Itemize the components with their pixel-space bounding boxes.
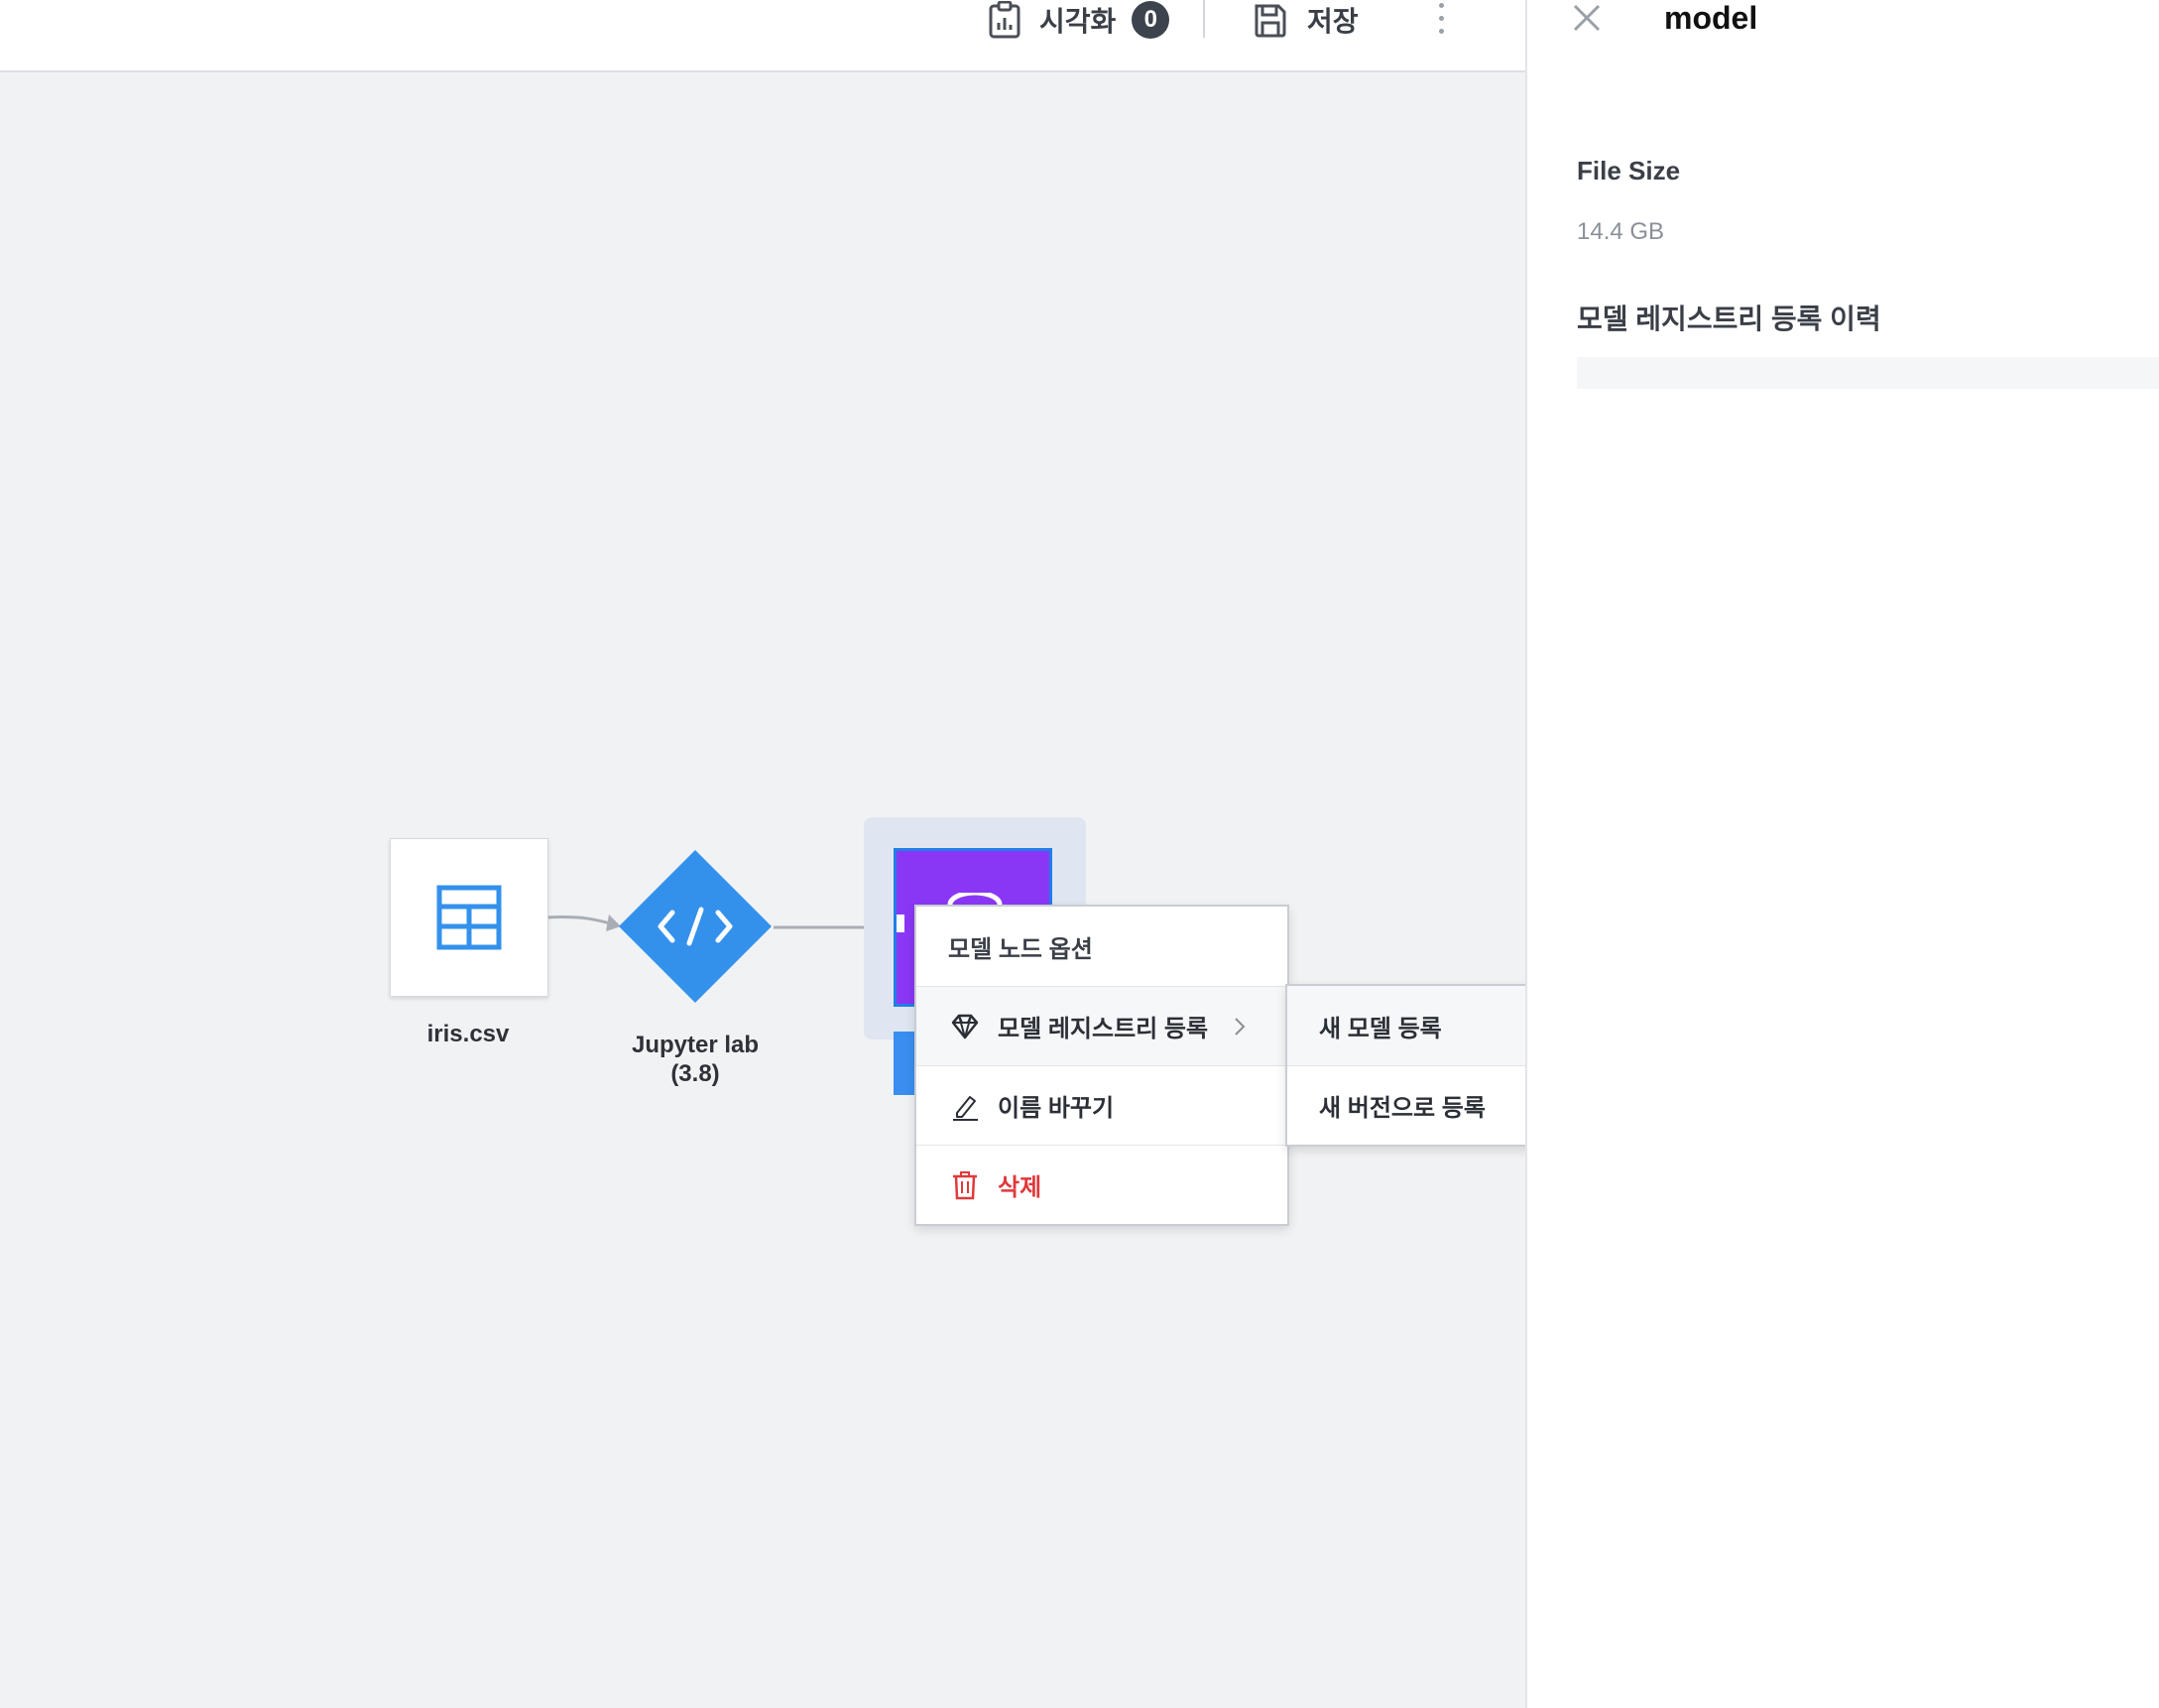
visualize-button[interactable]: 시각화 0 — [988, 0, 1170, 40]
model-node-context-menu: 모델 노드 옵션 모델 레지스트리 등록 이름 바꾸기 삭제 — [914, 905, 1289, 1226]
node-label-jupyter-version: (3.8) — [670, 1060, 720, 1087]
file-size-label: File Size — [1577, 156, 1681, 185]
panel-title: model — [1664, 0, 1758, 36]
context-menu-header: 모델 노드 옵션 — [916, 907, 1287, 986]
model-node-status-bar — [894, 1032, 915, 1095]
menu-item-register-model[interactable]: 모델 레지스트리 등록 — [916, 986, 1287, 1065]
pencil-icon — [953, 1095, 978, 1121]
input-port[interactable] — [897, 915, 904, 932]
menu-item-delete[interactable]: 삭제 — [916, 1145, 1287, 1224]
node-jupyter-lab[interactable] — [617, 848, 774, 1005]
gem-icon — [951, 1014, 979, 1038]
node-label-jupyter: Jupyter lab (3.8) — [616, 1031, 775, 1088]
trash-icon — [953, 1170, 977, 1199]
node-iris-csv[interactable] — [390, 838, 548, 997]
visualize-label: 시각화 — [1039, 6, 1117, 37]
table-icon — [436, 885, 502, 950]
clipboard-chart-icon — [989, 1, 1020, 39]
registry-history-list — [1577, 357, 2159, 389]
registry-history-label: 모델 레지스트리 등록 이력 — [1577, 304, 1881, 334]
menu-item-register-label: 모델 레지스트리 등록 — [998, 1016, 1209, 1042]
node-label-iris: iris.csv — [426, 1021, 510, 1047]
node-label-jupyter-name: Jupyter lab — [631, 1032, 760, 1058]
menu-item-rename[interactable]: 이름 바꾸기 — [916, 1065, 1287, 1145]
model-detail-panel: model File Size 14.4 GB 모델 레지스트리 등록 이력 — [1525, 0, 2159, 1708]
context-menu-title: 모델 노드 옵션 — [948, 935, 1093, 963]
save-icon — [1255, 4, 1286, 38]
visualize-count-badge: 0 — [1132, 1, 1170, 39]
save-button[interactable]: 저장 — [1254, 0, 1359, 40]
save-label: 저장 — [1307, 6, 1359, 37]
menu-item-rename-label: 이름 바꾸기 — [998, 1095, 1115, 1122]
edge-csv-to-jupyter — [545, 915, 618, 927]
top-toolbar: 시각화 0 저장 — [0, 0, 1525, 72]
more-options-icon[interactable] — [1428, 0, 1454, 40]
close-icon[interactable] — [1571, 2, 1603, 34]
chevron-right-icon — [1235, 1017, 1246, 1036]
toolbar-divider — [1203, 0, 1205, 38]
file-size-value: 14.4 GB — [1577, 218, 1665, 245]
menu-item-delete-label: 삭제 — [998, 1174, 1042, 1201]
